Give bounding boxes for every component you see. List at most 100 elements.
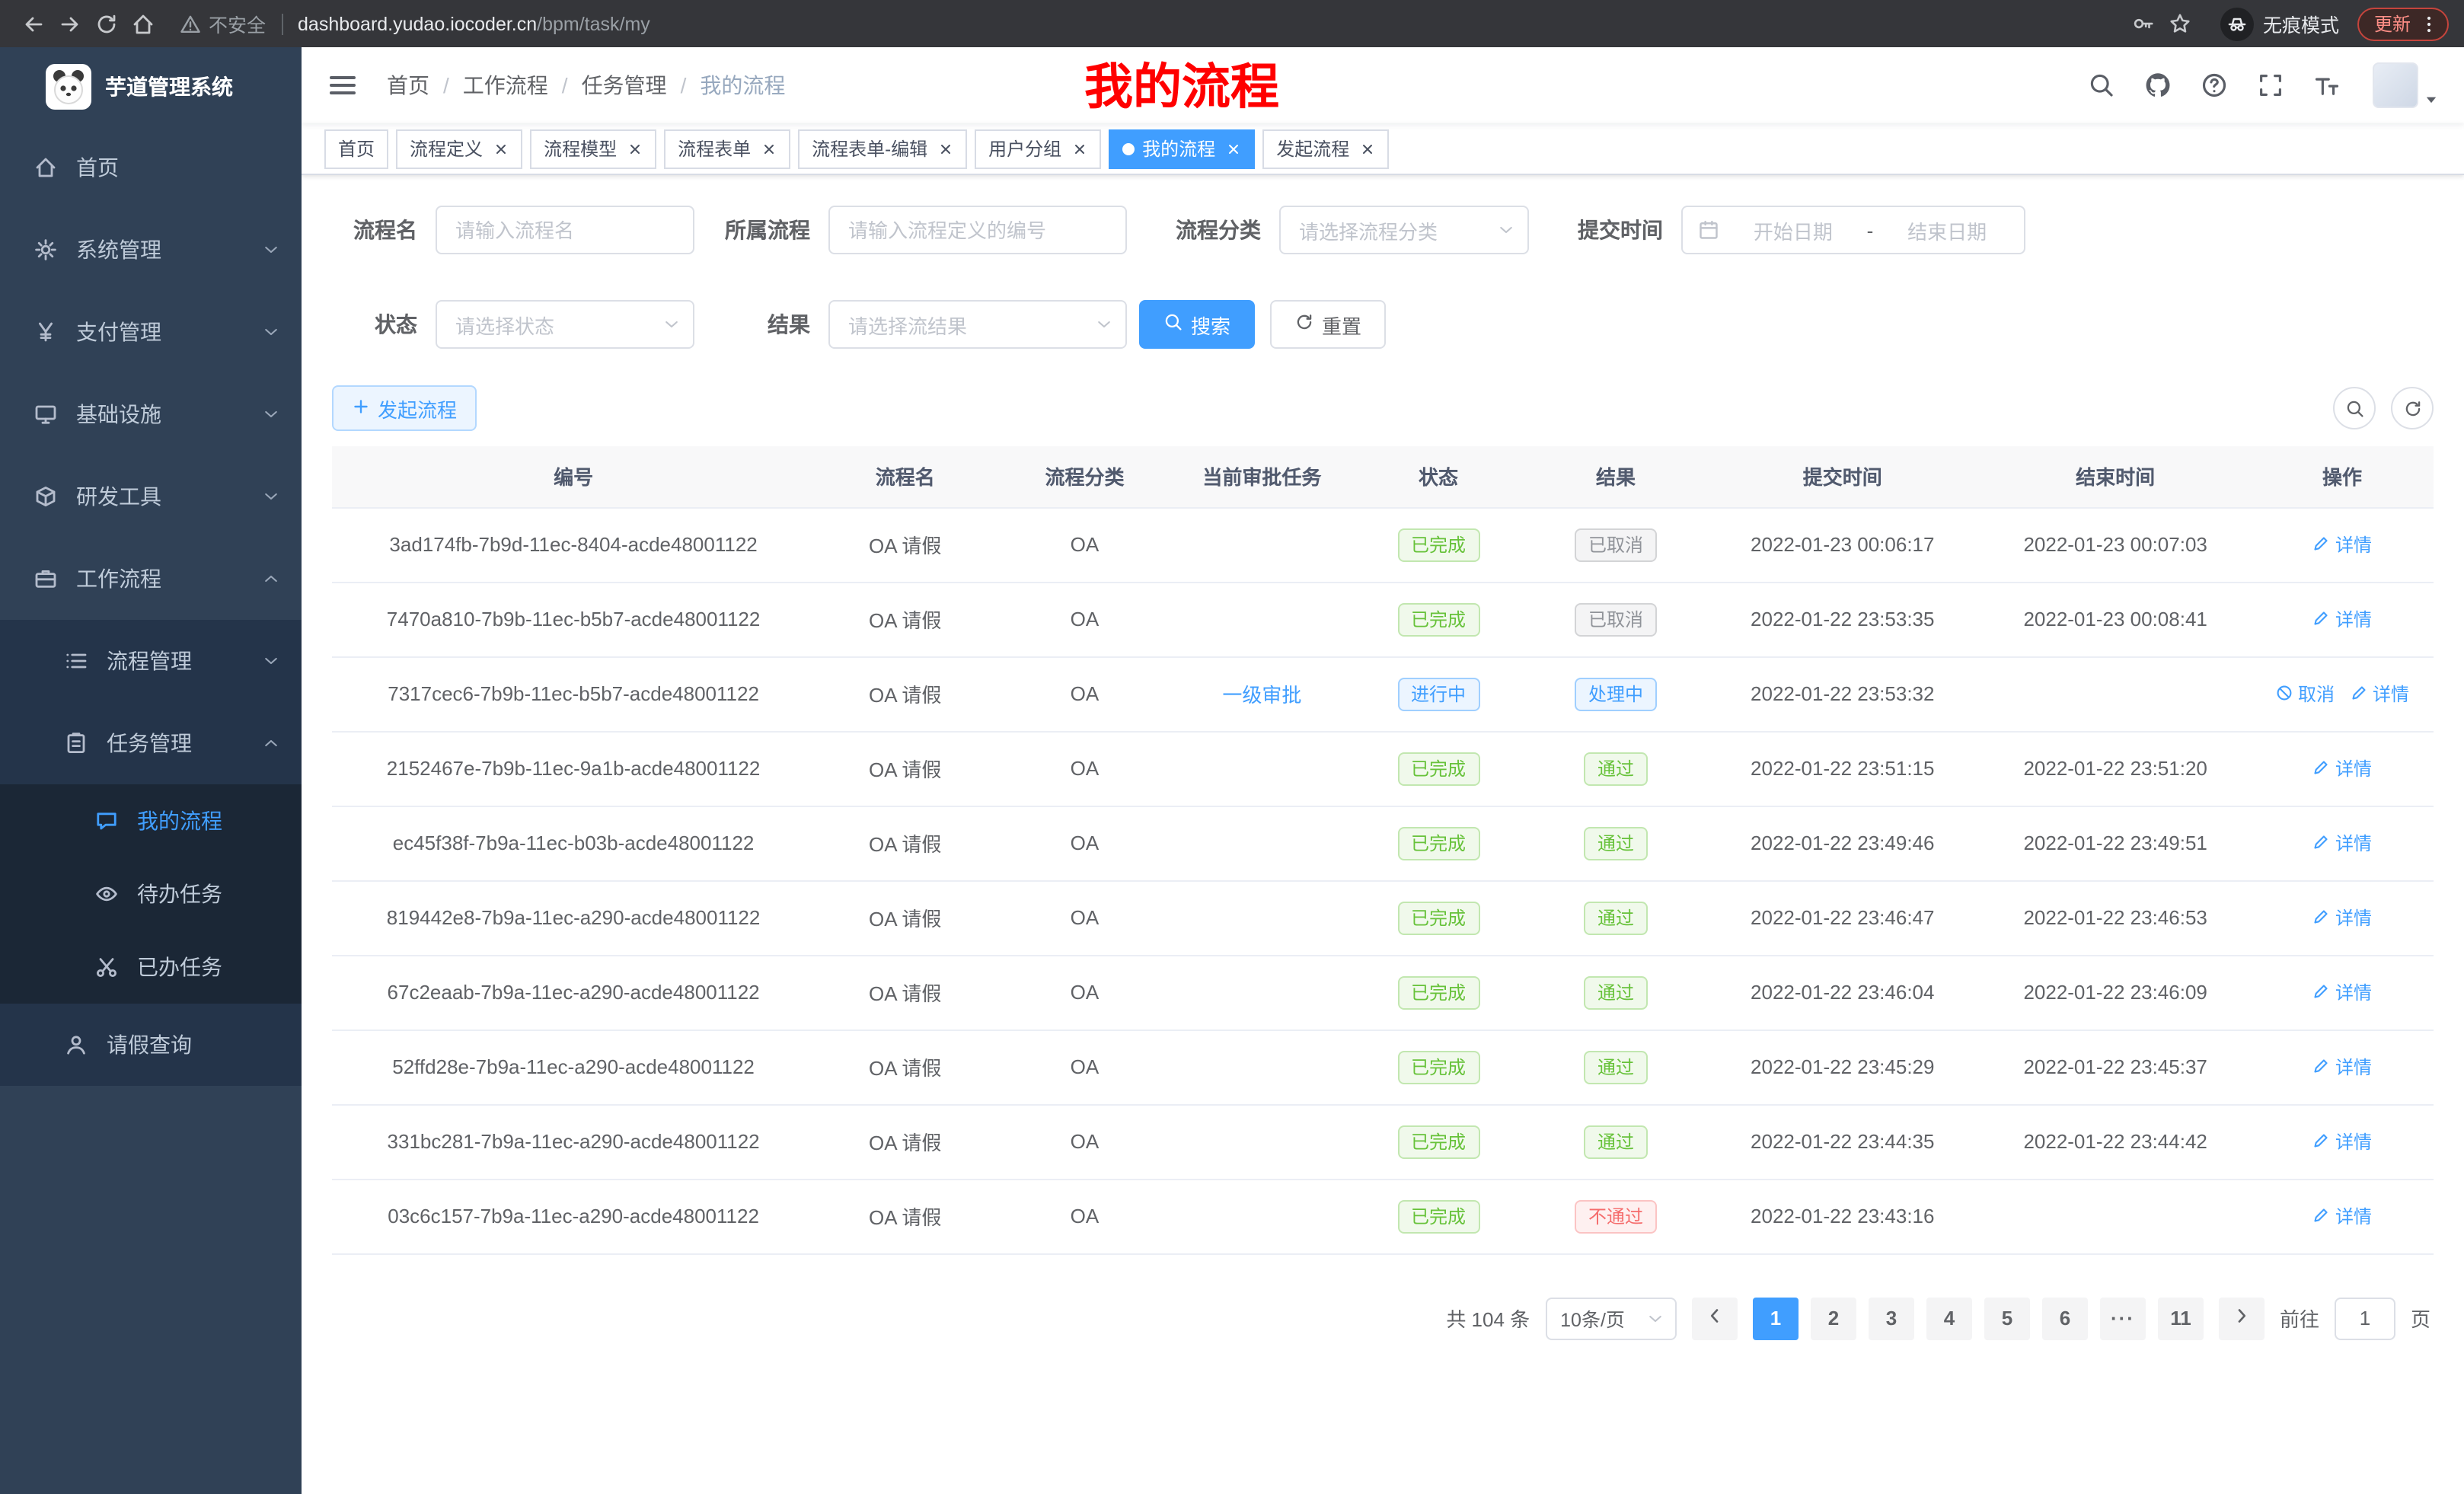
close-tab-icon[interactable] — [1226, 141, 1241, 156]
refresh-table-button[interactable] — [2391, 387, 2434, 429]
detail-action[interactable]: 详情 — [2312, 979, 2372, 1005]
task-link[interactable]: 一级审批 — [1222, 684, 1301, 707]
close-tab-icon[interactable] — [1072, 141, 1087, 156]
app-title: 芋道管理系统 — [105, 72, 233, 102]
cancel-action[interactable]: 取消 — [2275, 681, 2335, 707]
browser-menu-icon[interactable] — [2418, 13, 2440, 34]
password-key-icon[interactable] — [2126, 5, 2162, 42]
fullscreen-icon[interactable] — [2254, 69, 2287, 102]
search-button[interactable]: 搜索 — [1139, 300, 1255, 349]
browser-home-button[interactable] — [125, 5, 161, 42]
cell-name: OA 请假 — [815, 955, 995, 1030]
sidebar-item-10[interactable]: 已办任务 — [0, 931, 302, 1004]
tab-3[interactable]: 流程表单 — [664, 129, 790, 168]
bookmark-star-icon[interactable] — [2162, 5, 2199, 42]
help-icon[interactable] — [2197, 69, 2231, 102]
cell-name: OA 请假 — [815, 1030, 995, 1104]
detail-action[interactable]: 详情 — [2312, 532, 2372, 557]
close-tab-icon[interactable] — [761, 141, 777, 156]
page-button-1[interactable]: 1 — [1753, 1297, 1799, 1339]
cell-submit-time: 2022-01-22 23:43:16 — [1705, 1179, 1980, 1253]
sidebar-item-8[interactable]: 我的流程 — [0, 784, 302, 857]
cell-category: OA — [995, 880, 1173, 955]
sidebar-item-6[interactable]: 流程管理 — [0, 620, 302, 702]
page-button-3[interactable]: 3 — [1869, 1297, 1914, 1339]
cell-task — [1174, 582, 1351, 656]
detail-action[interactable]: 详情 — [2312, 606, 2372, 632]
breadcrumb-item-0[interactable]: 首页 — [387, 70, 429, 101]
more-pages-button[interactable]: ··· — [2100, 1297, 2146, 1339]
avatar[interactable] — [2373, 62, 2418, 108]
tab-2[interactable]: 流程模型 — [530, 129, 656, 168]
page-button-4[interactable]: 4 — [1926, 1297, 1972, 1339]
tab-7[interactable]: 发起流程 — [1262, 129, 1389, 168]
browser-forward-button[interactable] — [52, 5, 88, 42]
tab-5[interactable]: 用户分组 — [975, 129, 1101, 168]
sidebar-item-1[interactable]: 系统管理 — [0, 209, 302, 291]
create-process-button[interactable]: 发起流程 — [332, 385, 477, 431]
sidebar-item-5[interactable]: 工作流程 — [0, 538, 302, 620]
cell-submit-time: 2022-01-23 00:06:17 — [1705, 507, 1980, 582]
sidebar-item-7[interactable]: 任务管理 — [0, 702, 302, 784]
page-button-11[interactable]: 11 — [2158, 1297, 2204, 1339]
date-range-picker[interactable]: 开始日期 - 结束日期 — [1681, 206, 2025, 254]
detail-action[interactable]: 详情 — [2312, 1128, 2372, 1154]
tab-6[interactable]: 我的流程 — [1109, 129, 1255, 168]
sidebar-item-2[interactable]: 支付管理 — [0, 291, 302, 373]
tab-1[interactable]: 流程定义 — [396, 129, 522, 168]
detail-action[interactable]: 详情 — [2312, 905, 2372, 931]
detail-action[interactable]: 详情 — [2350, 681, 2409, 707]
github-icon[interactable] — [2141, 69, 2175, 102]
browser-back-button[interactable] — [15, 5, 52, 42]
name-input[interactable] — [436, 206, 694, 254]
breadcrumb-item-2[interactable]: 任务管理 — [582, 70, 667, 101]
sidebar-item-11[interactable]: 请假查询 — [0, 1004, 302, 1086]
process-input[interactable] — [828, 206, 1127, 254]
sidebar-item-3[interactable]: 基础设施 — [0, 373, 302, 455]
result-select[interactable]: 请选择流结果 — [828, 300, 1127, 349]
sidebar-item-0[interactable]: 首页 — [0, 126, 302, 209]
page-button-2[interactable]: 2 — [1811, 1297, 1856, 1339]
refresh-icon — [1294, 312, 1314, 337]
sidebar-item-label: 请假查询 — [107, 1030, 192, 1060]
navbar: 首页 工作流程 任务管理 我的流程 — [302, 47, 2464, 123]
browser-update-button[interactable]: 更新 — [2357, 7, 2449, 40]
process-label: 所属流程 — [707, 215, 828, 245]
cell-name: OA 请假 — [815, 806, 995, 880]
header-search-icon[interactable] — [2085, 69, 2118, 102]
sidebar-toggle-icon[interactable] — [326, 69, 359, 102]
cell-result: 通过 — [1527, 806, 1705, 880]
status-badge: 已完成 — [1397, 901, 1479, 934]
font-size-icon[interactable] — [2310, 69, 2344, 102]
cell-submit-time: 2022-01-22 23:46:47 — [1705, 880, 1980, 955]
reset-button[interactable]: 重置 — [1270, 300, 1386, 349]
page-button-6[interactable]: 6 — [2042, 1297, 2088, 1339]
tab-4[interactable]: 流程表单-编辑 — [798, 129, 967, 168]
cell-status: 已完成 — [1350, 1030, 1527, 1104]
sidebar-item-4[interactable]: 研发工具 — [0, 455, 302, 538]
user-menu[interactable] — [2373, 62, 2440, 108]
close-tab-icon[interactable] — [493, 141, 509, 156]
browser-reload-button[interactable] — [88, 5, 125, 42]
category-select[interactable]: 请选择流程分类 — [1279, 206, 1529, 254]
page-size-select[interactable]: 10条/页 — [1545, 1297, 1677, 1339]
prev-page-button[interactable] — [1692, 1297, 1738, 1339]
address-bar[interactable]: 不安全 dashboard.yudao.iocoder.cn/bpm/task/… — [180, 9, 2126, 38]
detail-action[interactable]: 详情 — [2312, 830, 2372, 856]
close-tab-icon[interactable] — [627, 141, 643, 156]
next-page-button[interactable] — [2219, 1297, 2265, 1339]
tab-0[interactable]: 首页 — [324, 129, 388, 168]
status-select[interactable]: 请选择状态 — [436, 300, 694, 349]
toggle-search-button[interactable] — [2333, 387, 2376, 429]
cell-task — [1174, 1030, 1351, 1104]
close-tab-icon[interactable] — [1360, 141, 1375, 156]
detail-action[interactable]: 详情 — [2312, 1203, 2372, 1229]
cell-actions: 详情 — [2251, 880, 2434, 955]
detail-action[interactable]: 详情 — [2312, 755, 2372, 781]
page-button-5[interactable]: 5 — [1984, 1297, 2030, 1339]
breadcrumb-item-1[interactable]: 工作流程 — [463, 70, 548, 101]
goto-page-input[interactable] — [2335, 1297, 2395, 1339]
detail-action[interactable]: 详情 — [2312, 1054, 2372, 1080]
close-tab-icon[interactable] — [938, 141, 953, 156]
sidebar-item-9[interactable]: 待办任务 — [0, 857, 302, 931]
